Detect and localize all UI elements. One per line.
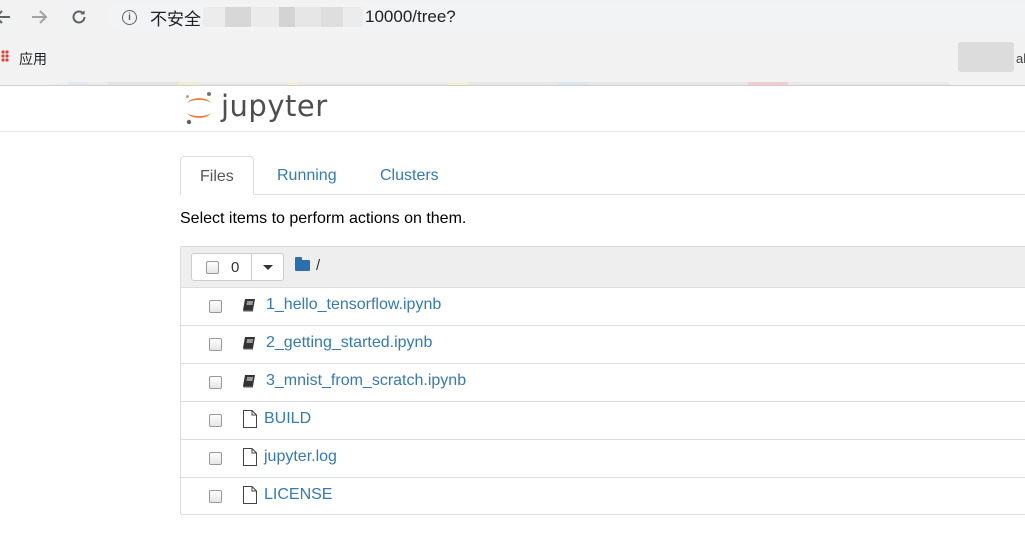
select-all-group: 0	[191, 253, 284, 281]
select-all-button[interactable]: 0	[192, 254, 252, 280]
row-checkbox[interactable]	[209, 376, 222, 389]
list-item[interactable]: BUILD	[181, 401, 1025, 439]
file-icon	[243, 410, 257, 428]
caret-down-icon	[262, 264, 273, 270]
jupyter-logo-icon	[186, 92, 211, 125]
file-link[interactable]: 1_hello_tensorflow.ipynb	[266, 296, 441, 314]
jupyter-logo[interactable]: jupyter	[184, 89, 327, 127]
select-all-checkbox[interactable]	[206, 260, 219, 274]
folder-icon[interactable]	[295, 257, 310, 271]
tab-running[interactable]: Running	[258, 156, 356, 193]
list-item[interactable]: LICENSE	[181, 477, 1025, 515]
notebook-icon	[243, 299, 255, 312]
row-checkbox[interactable]	[209, 414, 222, 427]
select-dropdown-button[interactable]	[252, 254, 283, 280]
redacted-host	[203, 7, 363, 27]
file-link[interactable]: BUILD	[264, 410, 311, 428]
info-icon[interactable]: i	[122, 9, 137, 25]
jupyter-header: jupyter	[0, 86, 1025, 132]
forward-button[interactable]	[26, 4, 52, 30]
list-item[interactable]: 1_hello_tensorflow.ipynb	[181, 287, 1025, 325]
notebook-icon	[243, 375, 255, 388]
breadcrumb[interactable]: /	[316, 257, 320, 274]
tab-bar: Files Running Clusters	[180, 156, 1025, 195]
apps-bookmark[interactable]: 应用	[19, 49, 47, 69]
file-link[interactable]: 2_getting_started.ipynb	[266, 334, 432, 352]
forward-arrow-icon	[32, 10, 48, 24]
url-text: 10000/tree?	[365, 7, 456, 26]
row-checkbox[interactable]	[209, 300, 222, 313]
bookmark-tail[interactable]: al	[1016, 51, 1025, 66]
tab-files[interactable]: Files	[180, 156, 254, 195]
file-link[interactable]: jupyter.log	[264, 448, 337, 466]
apps-grid-icon[interactable]	[1, 50, 9, 62]
browser-chrome: i 不安全 10000/tree? 应用 al	[0, 0, 1025, 112]
selected-count: 0	[231, 258, 240, 276]
security-label: 不安全	[150, 9, 201, 29]
file-link[interactable]: LICENSE	[264, 486, 332, 504]
reload-button[interactable]	[66, 4, 92, 30]
selection-hint: Select items to perform actions on them.	[180, 210, 467, 227]
tab-clusters[interactable]: Clusters	[361, 156, 458, 193]
notebook-icon	[243, 337, 255, 350]
logo-text: jupyter	[221, 89, 328, 123]
row-checkbox[interactable]	[209, 452, 222, 465]
list-item[interactable]: 3_mnist_from_scratch.ipynb	[181, 363, 1025, 401]
file-list-header: 0 /	[181, 247, 1025, 288]
address-bar[interactable]: i 不安全 10000/tree?	[108, 3, 1025, 31]
back-button[interactable]	[0, 4, 16, 30]
file-list: 0 / 1_hello_tensorflow.ipynb 2_getting_s…	[180, 246, 1025, 515]
list-item[interactable]: jupyter.log	[181, 439, 1025, 477]
file-icon	[243, 448, 257, 466]
reload-icon	[72, 10, 86, 24]
bookmarks-bar	[0, 40, 1025, 112]
row-checkbox[interactable]	[209, 490, 222, 503]
back-arrow-icon	[0, 10, 10, 24]
list-item[interactable]: 2_getting_started.ipynb	[181, 325, 1025, 363]
file-icon	[243, 486, 257, 504]
row-checkbox[interactable]	[209, 338, 222, 351]
file-link[interactable]: 3_mnist_from_scratch.ipynb	[266, 372, 466, 390]
bookmark-redacted	[958, 42, 1014, 72]
